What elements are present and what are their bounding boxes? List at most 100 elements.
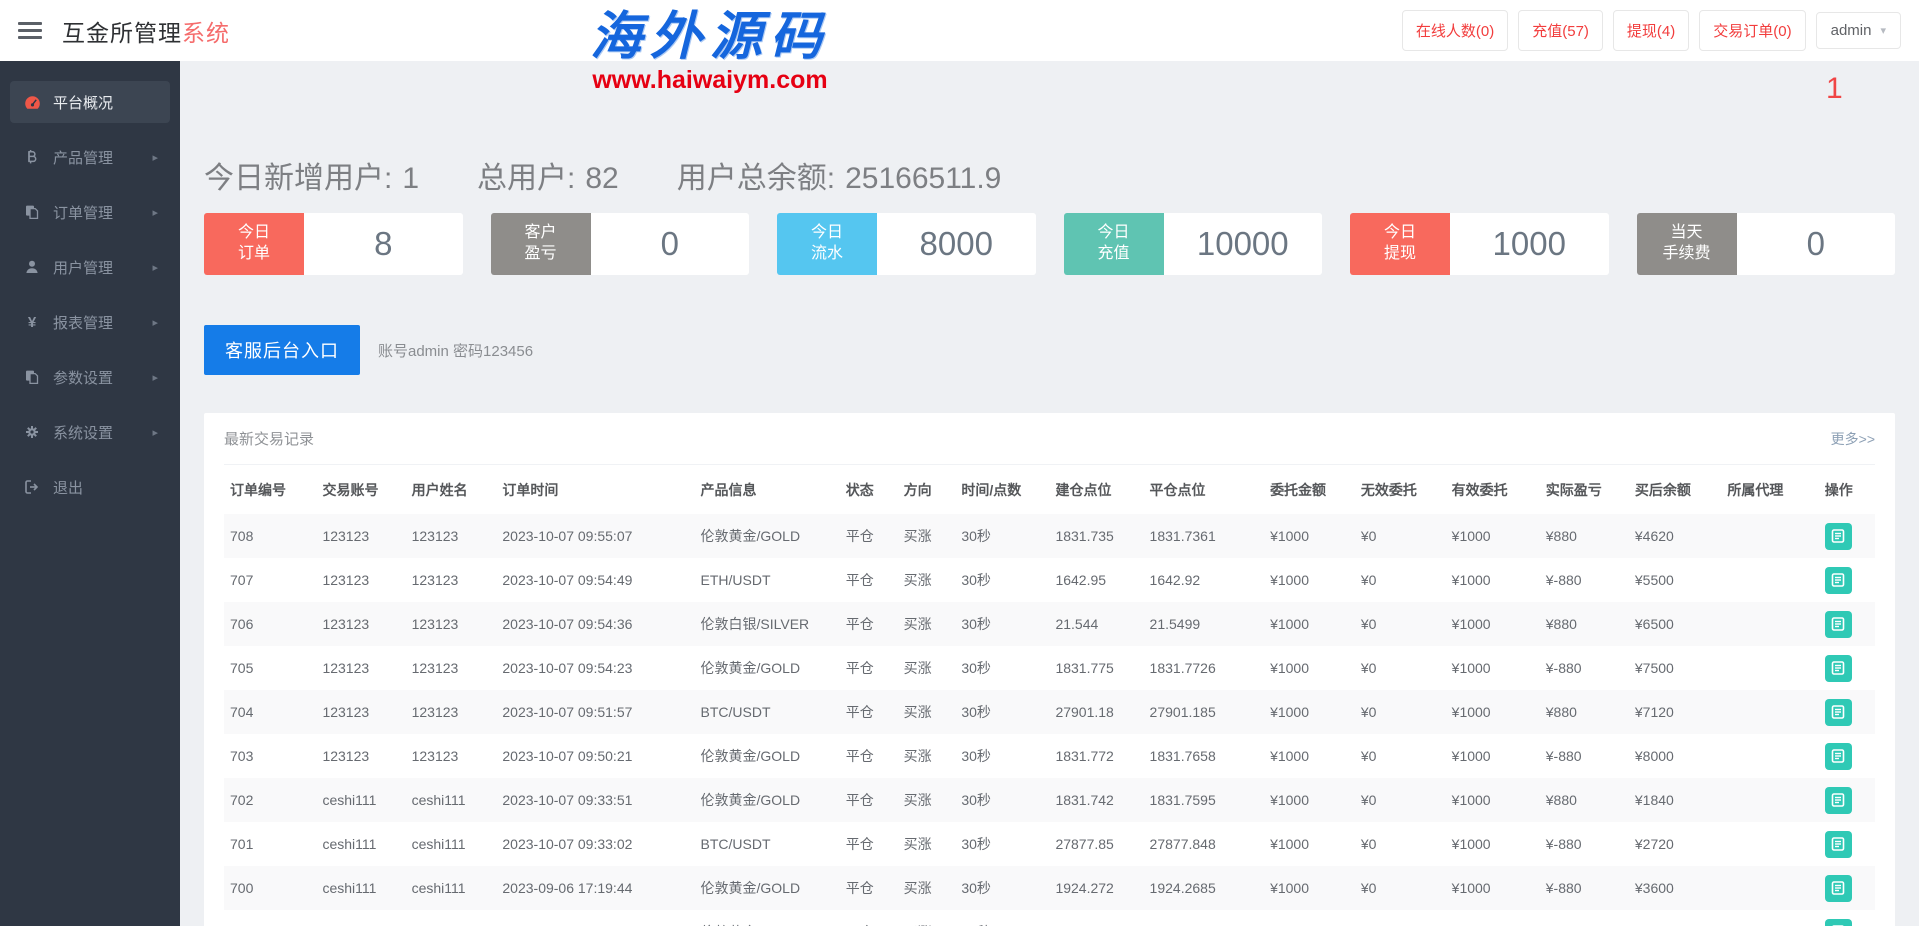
menu-icon[interactable] (18, 22, 42, 39)
app-title-accent: 系统 (182, 20, 230, 46)
user-name: admin (1831, 22, 1872, 39)
card-label-line: 今日 (811, 223, 843, 244)
cell-open-price: 1831.772 (1049, 734, 1143, 778)
bitcoin-icon (22, 149, 42, 165)
order-detail-button[interactable] (1825, 743, 1852, 770)
cell-balance: ¥5500 (1629, 558, 1721, 602)
card-label-line: 客户 (524, 223, 556, 244)
user-menu[interactable]: admin ▾ (1816, 12, 1901, 49)
card-label-line: 手续费 (1662, 244, 1710, 265)
column-header: 订单编号 (224, 465, 316, 514)
summary-card: 今日提现1000 (1350, 213, 1609, 275)
cell-invalid: ¥0 (1355, 514, 1446, 558)
cell-amount: ¥1000 (1264, 602, 1355, 646)
cell-invalid: ¥0 (1355, 822, 1446, 866)
cell-order-time: 2023-10-07 09:54:49 (496, 558, 694, 602)
sidebar-item-用户管理[interactable]: 用户管理▸ (10, 246, 170, 288)
cell-open-price: 27901.18 (1049, 690, 1143, 734)
sidebar-item-产品管理[interactable]: 产品管理▸ (10, 136, 170, 178)
cell-product: 伦敦黄金/GOLD (695, 866, 840, 910)
column-header: 建仓点位 (1049, 465, 1143, 514)
column-header: 产品信息 (695, 465, 840, 514)
app-title: 互金所管理系统 (62, 14, 230, 48)
order-detail-button[interactable] (1825, 919, 1852, 926)
cell-amount: ¥1000 (1264, 514, 1355, 558)
cell-status: 平仓 (840, 690, 898, 734)
cell-product: 伦敦黄金/GOLD (695, 778, 840, 822)
order-detail-button[interactable] (1825, 567, 1852, 594)
column-header: 时间/点数 (955, 465, 1049, 514)
sidebar-item-系统设置[interactable]: 系统设置▸ (10, 411, 170, 453)
cell-action (1819, 690, 1875, 734)
topbar-nav-button[interactable]: 交易订单(0) (1699, 10, 1805, 51)
column-header: 买后余额 (1629, 465, 1721, 514)
sidebar-item-订单管理[interactable]: 订单管理▸ (10, 191, 170, 233)
card-value: 0 (1737, 213, 1896, 275)
card-label-line: 当天 (1670, 223, 1702, 244)
table-row: 7051231231231232023-10-07 09:54:23伦敦黄金/G… (224, 646, 1875, 690)
cell-username: 123123 (406, 646, 497, 690)
cell-product: 伦敦黄金/GOLD (695, 514, 840, 558)
topbar-nav-button[interactable]: 在线人数(0) (1402, 10, 1508, 51)
cell-product: ETH/USDT (695, 558, 840, 602)
cell-direction: 买涨 (898, 822, 956, 866)
order-detail-button[interactable] (1825, 831, 1852, 858)
sidebar: 平台概况产品管理▸订单管理▸用户管理▸¥报表管理▸参数设置▸系统设置▸退出 (0, 61, 180, 926)
cell-amount: ¥1000 (1264, 646, 1355, 690)
stat-value: 82 (585, 162, 618, 196)
chevron-right-icon: ▸ (152, 316, 158, 329)
cell-username: 123123 (406, 602, 497, 646)
cell-product: 伦敦白银/SILVER (695, 602, 840, 646)
cell-agent (1721, 646, 1818, 690)
order-detail-button[interactable] (1825, 699, 1852, 726)
topbar-nav-button[interactable]: 提现(4) (1613, 10, 1689, 51)
cell-status: 平仓 (840, 866, 898, 910)
order-detail-button[interactable] (1825, 611, 1852, 638)
cell-open-price: 1831.742 (1049, 778, 1143, 822)
service-backend-button[interactable]: 客服后台入口 (204, 325, 360, 375)
column-header: 无效委托 (1355, 465, 1446, 514)
cell-valid: ¥1000 (1446, 734, 1540, 778)
stat-label: 今日新增用户: (204, 153, 392, 197)
sidebar-item-报表管理[interactable]: ¥报表管理▸ (10, 301, 170, 343)
sidebar-item-退出[interactable]: 退出 (10, 466, 170, 508)
cell-duration: 30秒 (955, 734, 1049, 778)
cell-action (1819, 514, 1875, 558)
column-header: 委托金额 (1264, 465, 1355, 514)
stat-label: 总用户: (477, 153, 575, 197)
sidebar-item-参数设置[interactable]: 参数设置▸ (10, 356, 170, 398)
cell-order-time: 2023-10-07 09:51:57 (496, 690, 694, 734)
order-detail-button[interactable] (1825, 787, 1852, 814)
sidebar-item-label: 系统设置 (53, 422, 113, 443)
cell-account: 123123 (316, 602, 405, 646)
overview-stat: 总用户: 82 (477, 153, 619, 197)
cell-duration: 30秒 (955, 778, 1049, 822)
column-header: 订单时间 (496, 465, 694, 514)
cell-amount: ¥1000 (1264, 778, 1355, 822)
cell-status: 平仓 (840, 822, 898, 866)
order-detail-button[interactable] (1825, 523, 1852, 550)
order-detail-button[interactable] (1825, 655, 1852, 682)
card-label-line: 今日 (238, 223, 270, 244)
cell-invalid: ¥0 (1355, 778, 1446, 822)
cell-valid: ¥1000 (1446, 602, 1540, 646)
overview-stat: 今日新增用户:1 (204, 153, 419, 197)
cell-invalid: ¥0 (1355, 558, 1446, 602)
overview-stat: 用户总余额:25166511.9 (677, 153, 1002, 197)
cell-username: ceshi111 (406, 910, 497, 926)
params-icon (22, 369, 42, 385)
more-link[interactable]: 更多>> (1831, 429, 1875, 449)
stat-value: 25166511.9 (845, 162, 1001, 196)
cell-action (1819, 558, 1875, 602)
cell-agent (1721, 558, 1818, 602)
card-value: 8 (304, 213, 463, 275)
summary-cards: 今日订单8客户盈亏0今日流水8000今日充值10000今日提现1000当天手续费… (204, 213, 1895, 275)
order-detail-button[interactable] (1825, 875, 1852, 902)
sidebar-item-平台概况[interactable]: 平台概况 (10, 81, 170, 123)
cell-agent (1721, 602, 1818, 646)
topbar-nav-button[interactable]: 充值(57) (1518, 10, 1603, 51)
cell-action (1819, 602, 1875, 646)
cell-product: 伦敦黄金/GOLD (695, 646, 840, 690)
cell-balance: ¥1840 (1629, 778, 1721, 822)
cell-amount: ¥1000 (1264, 558, 1355, 602)
